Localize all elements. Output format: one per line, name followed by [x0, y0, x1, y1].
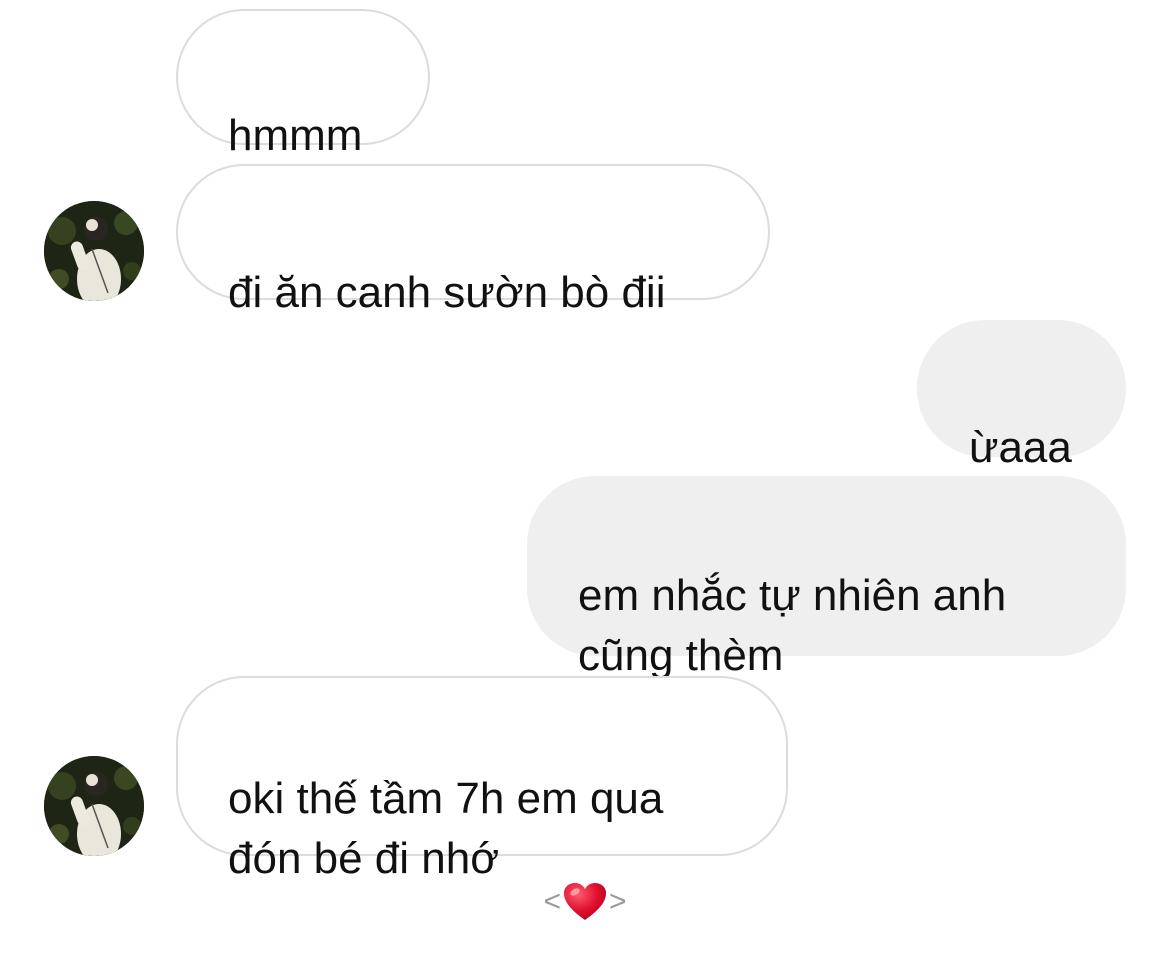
- reaction-footer: < >: [535, 876, 635, 928]
- message-bubble-sent[interactable]: em nhắc tự nhiên anh cũng thèm: [527, 476, 1126, 680]
- message-text: em nhắc tự nhiên anh cũng thèm: [578, 571, 1007, 680]
- message-bubble-received[interactable]: đi ăn canh sườn bò đii: [176, 164, 770, 317]
- footer-right-chevron: >: [609, 885, 627, 918]
- avatar[interactable]: [44, 201, 144, 301]
- message-bubble-received[interactable]: oki thế tầm 7h em qua đón bé đi nhớ: [176, 676, 788, 883]
- message-text: hmmm: [228, 111, 363, 160]
- message-text: oki thế tầm 7h em qua đón bé đi nhớ: [228, 774, 664, 883]
- avatar-photo: [44, 756, 144, 856]
- message-bubble-received[interactable]: hmmm: [176, 9, 430, 160]
- avatar-photo: [44, 201, 144, 301]
- heart-icon: [563, 882, 607, 922]
- message-text: ừaaa: [969, 423, 1072, 472]
- message-text: đi ăn canh sườn bò đii: [228, 268, 666, 317]
- avatar[interactable]: [44, 756, 144, 856]
- footer-left-chevron: <: [543, 885, 561, 918]
- message-bubble-sent[interactable]: ừaaa: [917, 320, 1126, 472]
